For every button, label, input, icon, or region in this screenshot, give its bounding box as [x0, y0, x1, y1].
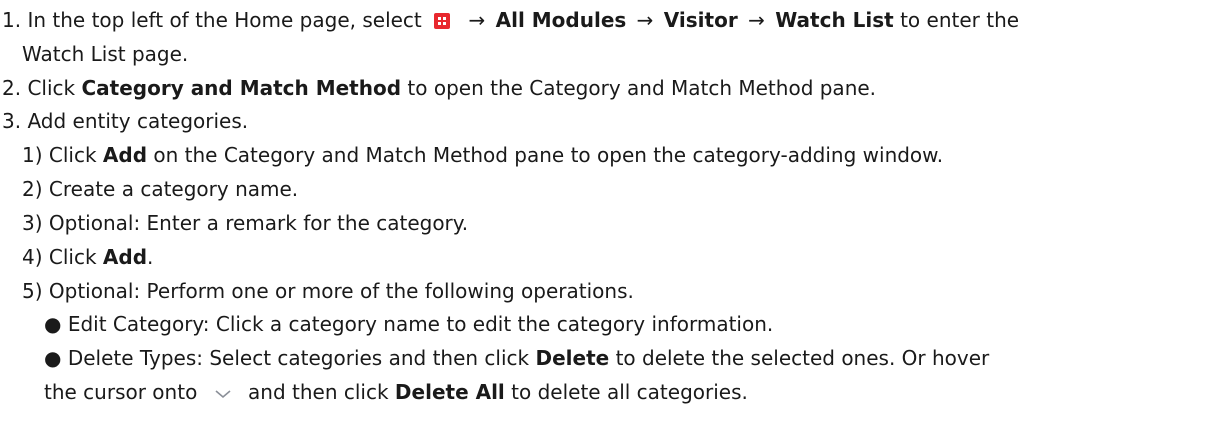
bullet-continued-text-mid: and then click	[248, 380, 389, 404]
substep-2-number: 2)	[22, 177, 43, 201]
bullet-delete-types-text: Delete Types: Select categories and then…	[67, 346, 530, 370]
arrow: →	[468, 8, 486, 32]
bullet-continued-text-end: to delete all categories.	[511, 380, 748, 404]
substep-4-number: 4)	[22, 245, 43, 269]
arrow: →	[636, 8, 654, 32]
substep-1: 1) Click Add on the Category and Match M…	[22, 141, 943, 169]
step-1-text-end: to enter the	[900, 8, 1020, 32]
substep-5: 5) Optional: Perform one or more of the …	[22, 277, 634, 305]
step-1: 1. In the top left of the Home page, sel…	[2, 6, 1019, 34]
app-grid-icon	[434, 13, 451, 29]
menu-watch-list: Watch List	[775, 8, 894, 32]
document-body: 1. In the top left of the Home page, sel…	[0, 0, 1219, 441]
bullet-dot: ●	[44, 312, 62, 336]
step-1-continued: Watch List page.	[22, 40, 188, 68]
step-1-continued-text: Watch List page.	[22, 42, 189, 66]
bullet-dot: ●	[44, 346, 62, 370]
menu-visitor: Visitor	[663, 8, 738, 32]
delete-all-label: Delete All	[394, 380, 505, 404]
step-3-number: 3.	[2, 109, 22, 133]
chevron-down-icon	[212, 380, 234, 408]
bullet-edit-category: ● Edit Category: Click a category name t…	[44, 310, 773, 338]
substep-5-number: 5)	[22, 279, 43, 303]
substep-3: 3) Optional: Enter a remark for the cate…	[22, 209, 468, 237]
step-2-text-end: to open the Category and Match Method pa…	[407, 76, 877, 100]
step-2-number: 2.	[2, 76, 22, 100]
substep-5-text: Optional: Perform one or more of the fol…	[48, 279, 634, 303]
add-label: Add	[102, 245, 148, 269]
arrow: →	[748, 8, 765, 32]
bullet-delete-types: ● Delete Types: Select categories and th…	[44, 344, 989, 372]
substep-2-text: Create a category name.	[48, 177, 299, 201]
substep-4-text: Click	[48, 245, 97, 269]
substep-3-number: 3)	[22, 211, 43, 235]
substep-3-text: Optional: Enter a remark for the categor…	[48, 211, 469, 235]
delete-label: Delete	[535, 346, 610, 370]
substep-2: 2) Create a category name.	[22, 175, 298, 203]
step-3-text: Add entity categories.	[27, 109, 249, 133]
menu-all-modules: All Modules	[495, 8, 627, 32]
step-1-number: 1.	[2, 8, 22, 32]
bullet-edit-category-text: Edit Category: Click a category name to …	[67, 312, 774, 336]
step-1-text: In the top left of the Home page, select	[27, 8, 422, 32]
bullet-continued-text: the cursor onto	[44, 380, 198, 404]
step-2-text: Click	[27, 76, 76, 100]
substep-1-number: 1)	[22, 143, 43, 167]
category-match-method-label: Category and Match Method	[81, 76, 402, 100]
step-3: 3. Add entity categories.	[2, 107, 248, 135]
substep-1-text: Click	[48, 143, 97, 167]
bullet-delete-types-text-end: to delete the selected ones. Or hover	[615, 346, 990, 370]
substep-4: 4) Click Add.	[22, 243, 153, 271]
add-label: Add	[102, 143, 148, 167]
step-2: 2. Click Category and Match Method to op…	[2, 74, 876, 102]
bullet-delete-types-continued: the cursor onto and then click Delete Al…	[44, 378, 748, 406]
substep-4-period: .	[147, 245, 154, 269]
substep-1-text-end: on the Category and Match Method pane to…	[153, 143, 944, 167]
